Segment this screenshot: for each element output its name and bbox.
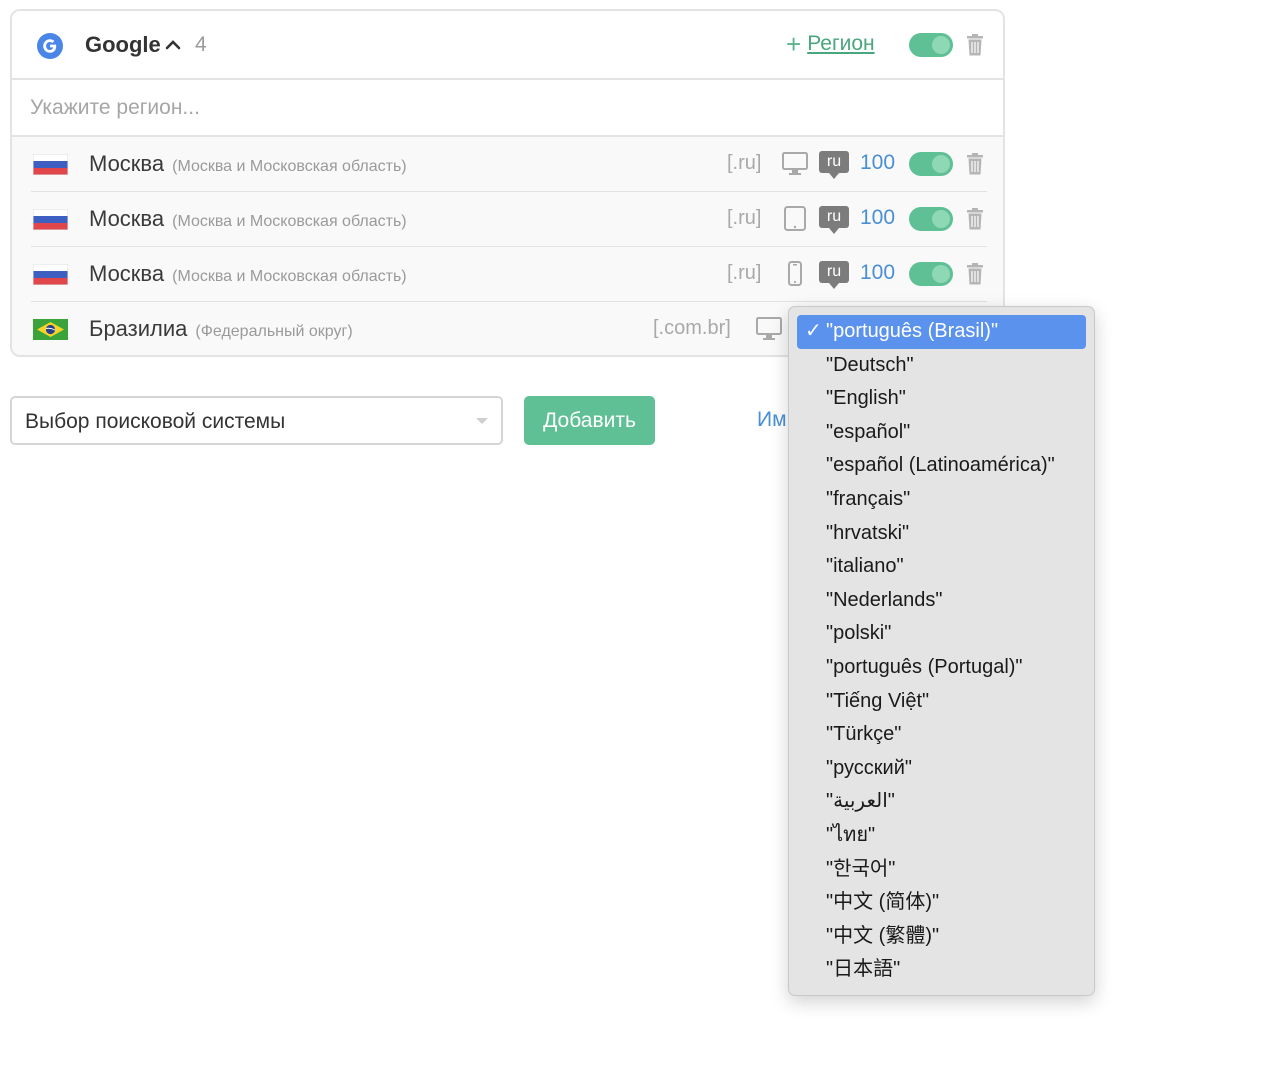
trash-icon[interactable] — [966, 34, 984, 56]
language-option-label: "polski" — [826, 622, 892, 645]
language-option[interactable]: ✓ "português (Brasil)" — [797, 315, 1086, 349]
region-area: (Москва и Московская область) — [172, 213, 407, 230]
region-row: Москва (Москва и Московская область) [.ru… — [31, 137, 987, 192]
language-option[interactable]: "hrvatski" — [797, 517, 1086, 551]
phone-icon[interactable] — [781, 259, 809, 287]
language-option[interactable]: "italiano" — [797, 550, 1086, 584]
tablet-icon[interactable] — [781, 204, 809, 232]
language-option[interactable]: "Tiếng Việt" — [797, 685, 1086, 719]
language-option[interactable]: "polski" — [797, 617, 1086, 651]
region-area: (Москва и Московская область) — [172, 268, 407, 285]
language-option-label: "中文 (简体)" — [826, 891, 940, 914]
russia-flag-icon — [33, 264, 68, 285]
search-engine-card: Google 4 + Регион Москва(Москва и Москов… — [10, 9, 1005, 357]
language-option-label: "한국어" — [826, 857, 896, 880]
language-option[interactable]: "français" — [797, 483, 1086, 517]
language-option[interactable]: "español (Latinoamérica)" — [797, 449, 1086, 483]
search-engine-select-label: Выбор поисковой системы — [25, 410, 286, 433]
language-option-label: "español" — [826, 420, 911, 443]
region-row: Москва (Москва и Московская область) [.ru… — [31, 247, 987, 302]
region-city: Москва (Москва и Московская область) — [89, 151, 407, 176]
region-domain: [.com.br] — [653, 317, 731, 339]
language-option-label: "italiano" — [826, 555, 904, 578]
region-toggle[interactable] — [909, 207, 953, 231]
language-badge[interactable]: ru — [819, 151, 849, 179]
language-option-label: "Nederlands" — [826, 588, 943, 611]
engine-name: Google — [85, 32, 161, 57]
region-city: Москва (Москва и Московская область) — [89, 261, 407, 286]
language-badge[interactable]: ru — [819, 261, 849, 289]
chevron-up-icon[interactable] — [165, 38, 181, 50]
engine-header: Google 4 + Регион — [12, 11, 1003, 80]
region-search-input[interactable] — [30, 90, 930, 126]
language-option[interactable]: "한국어" — [797, 853, 1086, 887]
desktop-icon[interactable] — [781, 149, 809, 177]
language-option-label: "português (Portugal)" — [826, 655, 1023, 678]
language-option[interactable]: "español" — [797, 416, 1086, 450]
language-option-label: "Deutsch" — [826, 353, 914, 376]
region-toggle[interactable] — [909, 262, 953, 286]
region-area: (Федеральный округ) — [195, 323, 353, 340]
language-option-label: "Türkçe" — [826, 723, 902, 746]
language-option-label: "français" — [826, 487, 911, 510]
language-option-label: "Tiếng Việt" — [826, 689, 930, 712]
engine-toggle[interactable] — [909, 33, 953, 57]
search-depth[interactable]: 100 — [860, 261, 895, 285]
language-dropdown: ✓ "português (Brasil)" "Deutsch" "English" "… — [788, 306, 1095, 996]
russia-flag-icon — [33, 209, 68, 230]
region-toggle[interactable] — [909, 152, 953, 176]
region-domain: [.ru] — [727, 207, 762, 229]
language-option-label: "العربية" — [826, 790, 895, 813]
trash-icon[interactable] — [966, 153, 984, 175]
language-option[interactable]: "Deutsch" — [797, 349, 1086, 383]
language-option-label: "русский" — [826, 756, 912, 779]
language-option-label: "日本語" — [826, 958, 901, 981]
trash-icon[interactable] — [966, 263, 984, 285]
import-link[interactable]: Им — [757, 408, 787, 432]
language-option-label: "hrvatski" — [826, 521, 910, 544]
plus-icon: + — [786, 29, 802, 59]
add-region-label: Регион — [807, 32, 875, 55]
region-count: 4 — [195, 33, 207, 56]
language-option-label: "ไทย" — [826, 823, 876, 846]
language-option[interactable]: "中文 (繁體)" — [797, 920, 1086, 954]
region-area: (Москва и Московская область) — [172, 158, 407, 175]
search-depth[interactable]: 100 — [860, 151, 895, 175]
region-row: Москва (Москва и Московская область) [.ru… — [31, 192, 987, 247]
caret-down-icon — [476, 418, 488, 424]
language-option[interactable]: "日本語" — [797, 953, 1086, 987]
language-option[interactable]: "Nederlands" — [797, 584, 1086, 618]
region-domain: [.ru] — [727, 262, 762, 284]
language-option[interactable]: "English" — [797, 382, 1086, 416]
language-badge[interactable]: ru — [819, 206, 849, 234]
brazil-flag-icon — [33, 319, 68, 340]
language-option-label: "中文 (繁體)" — [826, 924, 940, 947]
language-option[interactable]: "中文 (简体)" — [797, 886, 1086, 920]
language-option[interactable]: "português (Portugal)" — [797, 651, 1086, 685]
russia-flag-icon — [33, 154, 68, 175]
language-option[interactable]: "русский" — [797, 752, 1086, 786]
language-option-label: "español (Latinoamérica)" — [826, 454, 1055, 477]
language-option[interactable]: "العربية" — [797, 785, 1086, 819]
language-option[interactable]: "ไทย" — [797, 819, 1086, 853]
search-depth[interactable]: 100 — [860, 206, 895, 230]
desktop-icon[interactable] — [755, 314, 783, 342]
add-button[interactable]: Добавить — [524, 396, 655, 445]
trash-icon[interactable] — [966, 208, 984, 230]
google-logo-icon — [37, 33, 63, 59]
region-input-row — [12, 80, 1003, 137]
language-option[interactable]: "Türkçe" — [797, 718, 1086, 752]
region-city: Бразилиа (Федеральный округ) — [89, 316, 353, 341]
language-option-label: "English" — [826, 387, 906, 410]
search-engine-select[interactable]: Выбор поисковой системы — [10, 396, 503, 445]
region-domain: [.ru] — [727, 152, 762, 174]
language-option-label: "português (Brasil)" — [826, 320, 999, 342]
region-city: Москва (Москва и Московская область) — [89, 206, 407, 231]
checkmark-icon: ✓ — [805, 320, 822, 342]
add-region-button[interactable]: + Регион — [786, 29, 875, 59]
